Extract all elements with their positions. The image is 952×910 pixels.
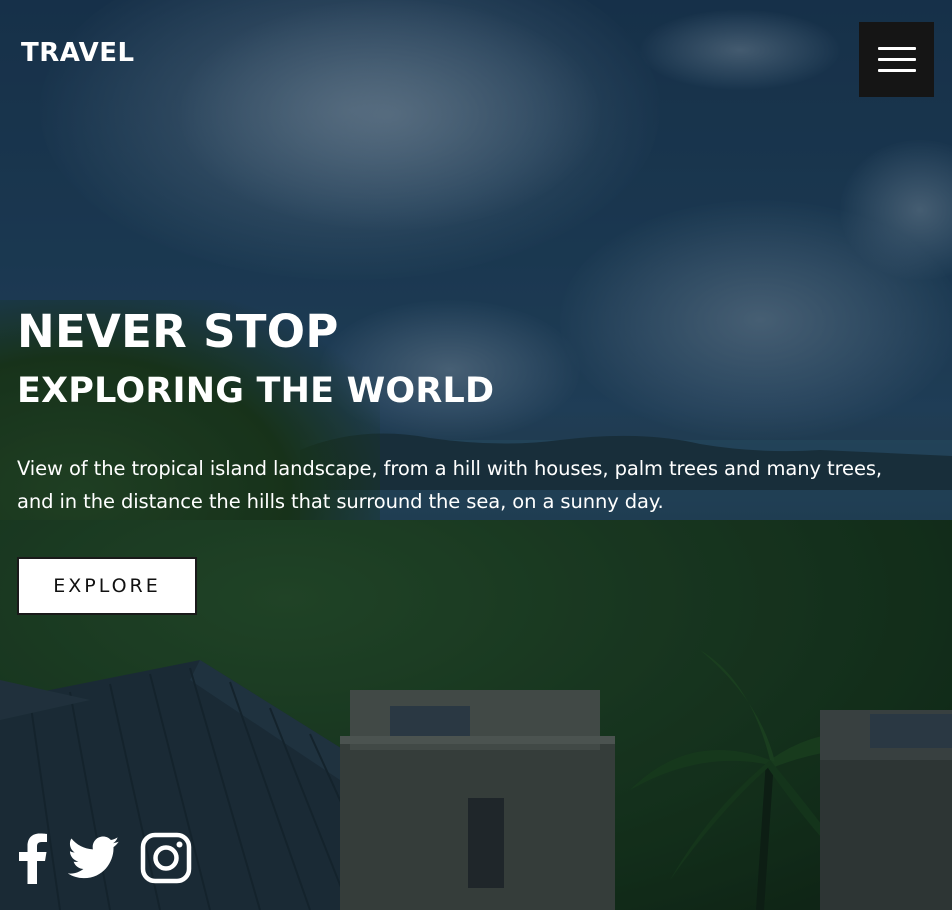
facebook-icon[interactable] [18,832,48,884]
hamburger-menu-icon [877,47,916,50]
social-links [18,832,192,884]
instagram-icon[interactable] [140,832,192,884]
hero-description: View of the tropical island landscape, f… [17,457,883,513]
site-logo[interactable]: TRAVEL [21,38,135,68]
hero-section: TRAVEL NEVER STOP EXPLORING THE WORLD Vi… [0,0,952,910]
hero-subtitle: EXPLORING THE WORLD [17,371,495,411]
twitter-icon[interactable] [68,836,120,880]
hero-title: NEVER STOP [17,305,339,358]
explore-button[interactable]: EXPLORE [17,557,197,615]
hamburger-menu-button[interactable] [859,22,934,97]
